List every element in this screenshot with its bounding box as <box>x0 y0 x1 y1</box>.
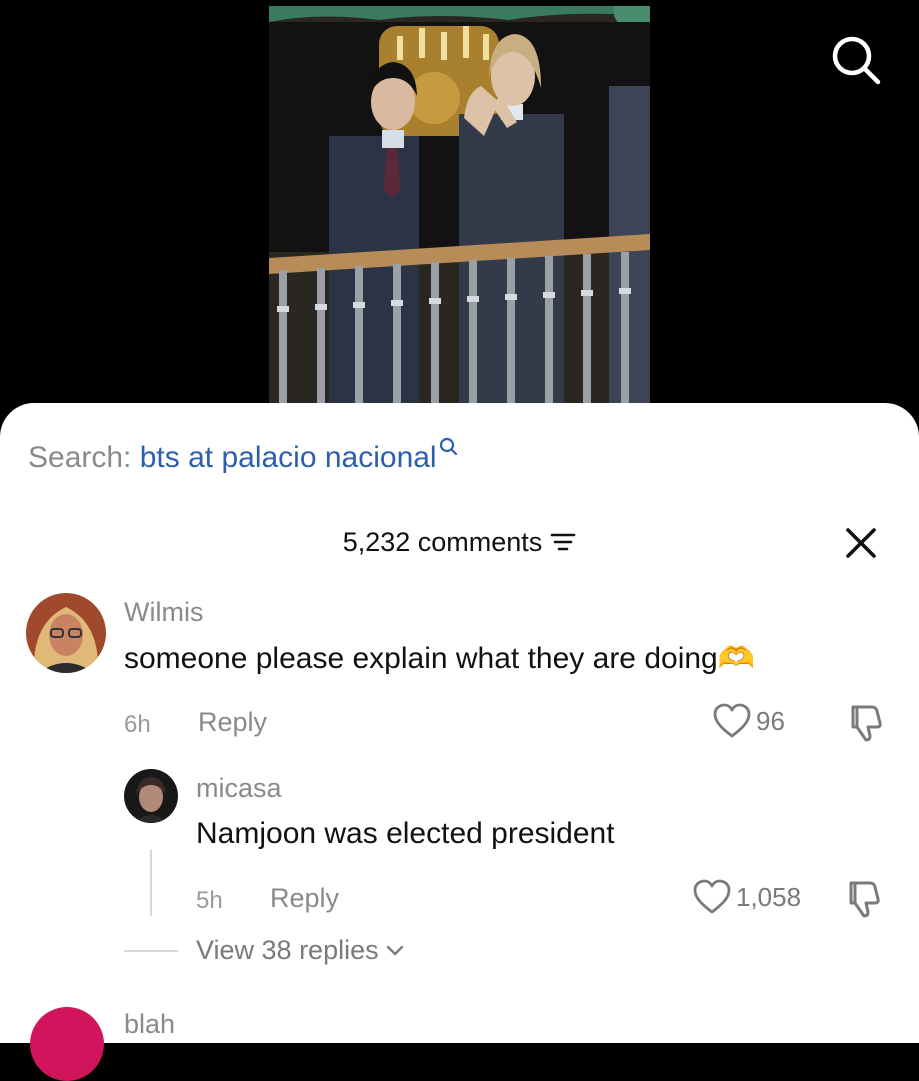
close-button[interactable] <box>842 524 880 562</box>
avatar[interactable] <box>26 593 106 673</box>
avatar[interactable] <box>124 769 178 823</box>
reply-button[interactable]: Reply <box>198 707 267 738</box>
search-button[interactable] <box>826 30 886 90</box>
view-replies-label: View 38 replies <box>196 935 379 965</box>
dislike-button[interactable] <box>842 879 882 924</box>
search-query-link[interactable]: bts at palacio nacional <box>140 441 437 474</box>
heart-icon <box>693 879 731 914</box>
comments-count-row: 5,232 comments <box>0 527 919 558</box>
close-icon <box>846 528 876 558</box>
avatar[interactable] <box>30 1007 104 1081</box>
video-still <box>269 6 650 406</box>
like-button[interactable]: 96 <box>712 703 785 739</box>
heart-hands-emoji: 🫶 <box>717 642 756 675</box>
filter-icon[interactable] <box>550 531 576 553</box>
dislike-button[interactable] <box>844 703 884 748</box>
comment-text: someone please explain what they are doi… <box>124 642 756 675</box>
search-icon <box>439 437 457 456</box>
reply-button[interactable]: Reply <box>270 883 339 914</box>
search-prefix: Search: <box>28 441 140 474</box>
avatar-image <box>26 593 106 673</box>
comment-username[interactable]: Wilmis <box>124 597 203 628</box>
avatar-image <box>30 1007 104 1081</box>
comment-username[interactable]: blah <box>124 1009 175 1040</box>
comments-sheet: Search: bts at palacio nacional 5,232 co… <box>0 403 919 1081</box>
search-icon <box>832 36 881 85</box>
replies-divider <box>124 949 178 952</box>
video-frame[interactable] <box>269 6 650 406</box>
video-player[interactable] <box>0 0 919 420</box>
reply-username[interactable]: micasa <box>196 773 282 804</box>
like-count: 1,058 <box>736 881 802 912</box>
reply-text: Namjoon was elected president <box>196 817 615 850</box>
like-button[interactable]: 1,058 <box>692 879 801 915</box>
thumbs-down-icon <box>851 705 882 742</box>
reply-time: 5h <box>196 887 223 914</box>
avatar-image <box>124 769 178 823</box>
search-suggestion[interactable]: Search: bts at palacio nacional <box>28 437 459 475</box>
comments-count: 5,232 comments <box>342 527 543 557</box>
chevron-down-icon <box>386 945 403 955</box>
view-replies-button[interactable]: View 38 replies <box>124 935 405 966</box>
comment-time: 6h <box>124 711 151 738</box>
thread-line <box>150 850 152 916</box>
thumbs-down-icon <box>849 881 880 918</box>
heart-icon <box>713 703 751 738</box>
like-count: 96 <box>756 705 785 736</box>
